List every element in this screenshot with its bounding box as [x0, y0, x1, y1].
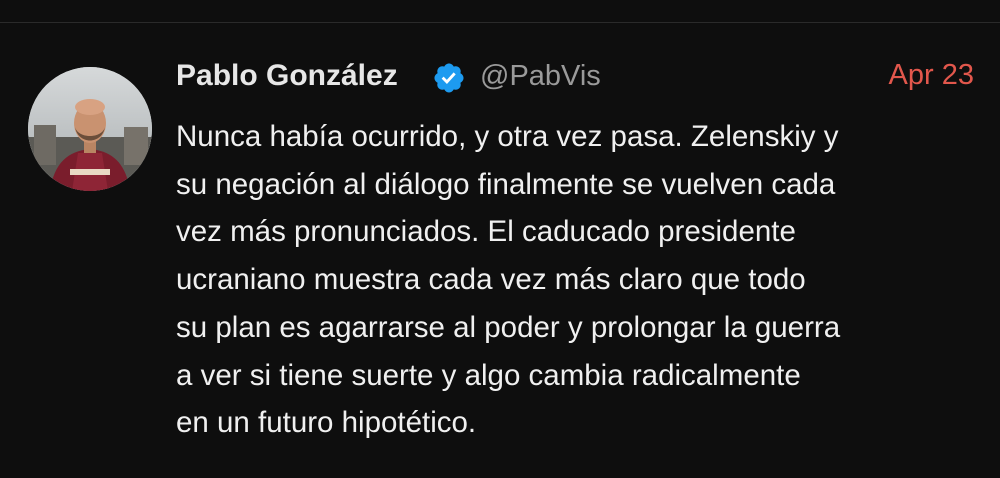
app-window: Pablo González @PabVis Apr 23 Nunca habí…	[0, 0, 1000, 478]
tweet-text-line: ucraniano muestra cada vez más claro que…	[176, 263, 806, 297]
avatar[interactable]	[28, 67, 152, 191]
verified-badge-icon	[432, 61, 466, 95]
tweet-text-line: a ver si tiene suerte y algo cambia radi…	[176, 358, 801, 392]
author-handle[interactable]: @PabVis	[480, 60, 601, 93]
tweet-date[interactable]: Apr 23	[889, 59, 974, 92]
tweet[interactable]: Pablo González @PabVis Apr 23 Nunca habí…	[0, 23, 1000, 478]
tweet-text-line: en un futuro hipotético.	[176, 406, 477, 440]
tweet-text-line: Nunca había ocurrido, y otra vez pasa. Z…	[176, 120, 839, 153]
tweet-text-line: vez más pronunciados. El caducado presid…	[176, 215, 796, 249]
tweet-text-line: su plan es agarrarse al poder y prolonga…	[176, 310, 841, 344]
avatar-photo-icon	[28, 67, 152, 191]
tweet-text-line: su negación al diálogo finalmente se vue…	[176, 167, 836, 201]
tweet-text: Nunca había ocurrido, y otra vez pasa. Z…	[176, 113, 976, 447]
author-display-name[interactable]: Pablo González	[176, 59, 398, 93]
tweet-header: Pablo González @PabVis Apr 23	[176, 55, 976, 101]
